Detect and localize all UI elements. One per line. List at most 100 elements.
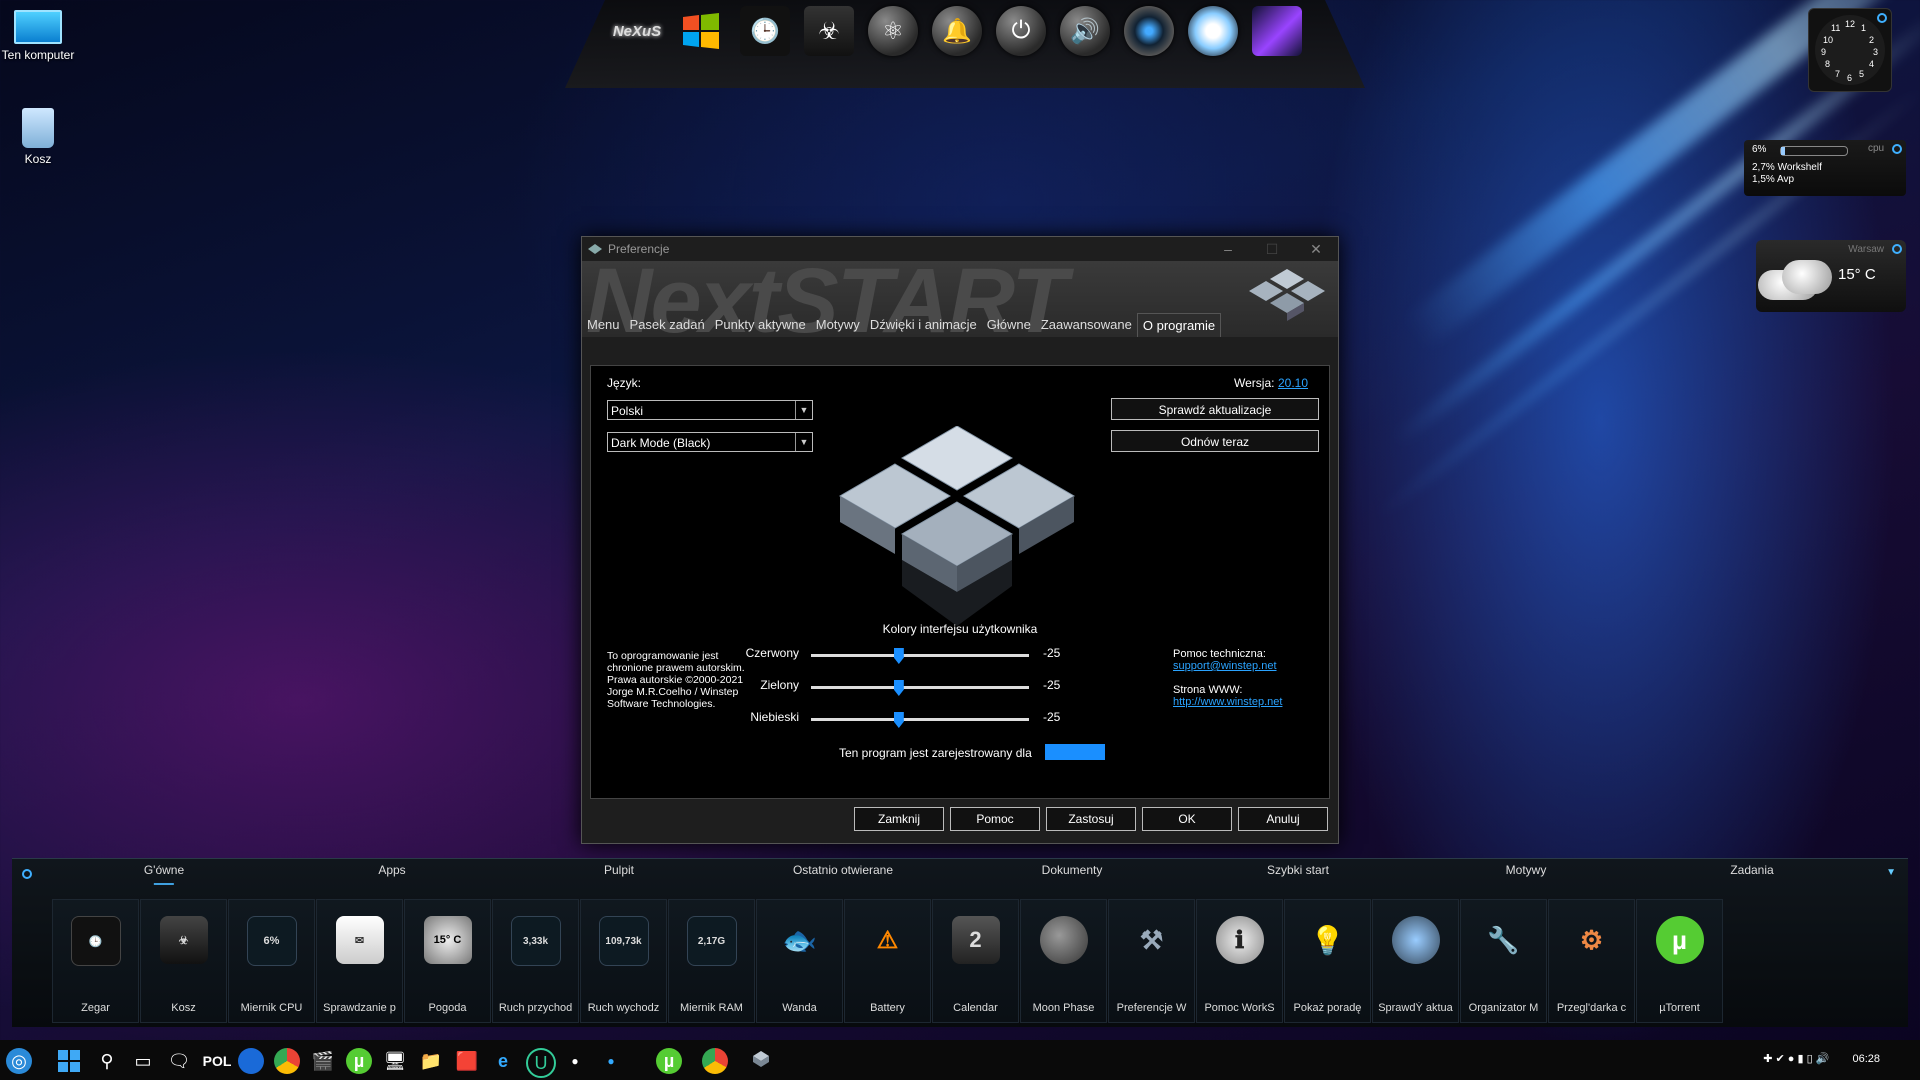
slider-track[interactable] bbox=[811, 648, 1029, 664]
windows-icon[interactable] bbox=[676, 6, 726, 56]
slider-thumb[interactable] bbox=[893, 712, 904, 728]
gadget-settings-icon[interactable] bbox=[1892, 244, 1902, 254]
tile-tip[interactable]: 💡 Pokaż poradę bbox=[1284, 899, 1371, 1023]
bell-icon[interactable]: 🔔 bbox=[932, 6, 982, 56]
tile-mail-check[interactable]: ✉ Sprawdzanie p bbox=[316, 899, 403, 1023]
check-updates-button[interactable]: Sprawdź aktualizacje bbox=[1111, 398, 1319, 420]
tile-utorrent[interactable]: µ µTorrent bbox=[1636, 899, 1723, 1023]
tile-cpu-meter[interactable]: 6% Miernik CPU bbox=[228, 899, 315, 1023]
gadget-settings-icon[interactable] bbox=[1877, 13, 1887, 23]
tile-preferences[interactable]: ⚒ Preferencje W bbox=[1108, 899, 1195, 1023]
utorrent-icon[interactable]: µ bbox=[346, 1048, 372, 1074]
tile-help[interactable]: ℹ Pomoc WorkS bbox=[1196, 899, 1283, 1023]
cancel-button[interactable]: Anuluj bbox=[1238, 807, 1328, 831]
renew-now-button[interactable]: Odnów teraz bbox=[1111, 430, 1319, 452]
nexus-icon[interactable]: NeXuS bbox=[612, 6, 662, 56]
tile-net-in[interactable]: 3,33k Ruch przychod bbox=[492, 899, 579, 1023]
close-dialog-button[interactable]: Zamknij bbox=[854, 807, 944, 831]
shelf-tab-recent[interactable]: Ostatnio otwierane bbox=[793, 863, 893, 877]
clapperboard-icon[interactable]: 🎬 bbox=[310, 1048, 336, 1074]
task-view-icon[interactable]: ▭ bbox=[130, 1048, 156, 1074]
clock-gadget[interactable]: 12 1 2 3 4 5 6 7 8 9 10 11 bbox=[1808, 8, 1892, 92]
tile-wanda[interactable]: 🐟 Wanda bbox=[756, 899, 843, 1023]
help-button[interactable]: Pomoc bbox=[950, 807, 1040, 831]
tile-check-updates[interactable]: SprawdÝ aktua bbox=[1372, 899, 1459, 1023]
tray-icons[interactable]: ✚ ✔ ● ▮ ▯ 🔊 bbox=[1763, 1053, 1829, 1065]
start-menu-icon[interactable]: ◎ bbox=[6, 1048, 32, 1074]
comet-icon[interactable] bbox=[1252, 6, 1302, 56]
tile-ram-meter[interactable]: 2,17G Miernik RAM bbox=[668, 899, 755, 1023]
tab-about[interactable]: O programie bbox=[1136, 313, 1222, 337]
tile-battery[interactable]: ⚠ Battery bbox=[844, 899, 931, 1023]
shelf-tab-quick-launch[interactable]: Szybki start bbox=[1267, 863, 1329, 877]
ok-button[interactable]: OK bbox=[1142, 807, 1232, 831]
cpu-gadget[interactable]: 6% cpu 2,7% Workshelf 1,5% Avp bbox=[1744, 140, 1906, 196]
www-link[interactable]: http://www.winstep.net bbox=[1173, 696, 1282, 708]
shelf-tab-apps[interactable]: Apps bbox=[378, 863, 405, 877]
shelf-tab-tasks[interactable]: Zadania bbox=[1730, 863, 1773, 877]
camera-icon[interactable] bbox=[1124, 6, 1174, 56]
tile-font-viewer[interactable]: ⚙ Przegl'darka c bbox=[1548, 899, 1635, 1023]
language-indicator[interactable]: POL bbox=[200, 1048, 234, 1074]
slider-red[interactable]: Czerwony -25 bbox=[746, 646, 1061, 666]
atom-icon[interactable]: ⚛ bbox=[868, 6, 918, 56]
tab-themes[interactable]: Motywy bbox=[811, 313, 865, 337]
weather-gadget[interactable]: Warsaw 15° C bbox=[1756, 240, 1906, 312]
edge-icon[interactable]: e bbox=[490, 1048, 516, 1074]
language-select[interactable]: Polski ▼ bbox=[607, 400, 813, 420]
collapse-icon[interactable]: ▼ bbox=[1886, 867, 1896, 878]
tile-calendar[interactable]: 2 Calendar bbox=[932, 899, 1019, 1023]
clock-icon[interactable]: 🕒 bbox=[740, 6, 790, 56]
tile-organizer[interactable]: 🔧 Organizator M bbox=[1460, 899, 1547, 1023]
chrome-running-icon[interactable] bbox=[702, 1048, 728, 1074]
desktop-icon-recycle-bin[interactable]: Kosz bbox=[0, 108, 76, 166]
shelf-tab-main[interactable]: G'ówne bbox=[144, 863, 184, 885]
folder-icon[interactable]: 📁 bbox=[418, 1048, 444, 1074]
desktop-icon-this-pc[interactable]: Ten komputer bbox=[0, 10, 76, 62]
clock-time[interactable]: 06:28 bbox=[1852, 1053, 1880, 1065]
tab-menu[interactable]: Menu bbox=[582, 313, 625, 337]
browser-icon[interactable] bbox=[238, 1048, 264, 1074]
chat-icon[interactable]: 🗨 bbox=[166, 1048, 192, 1074]
shelf-tab-themes[interactable]: Motywy bbox=[1506, 863, 1547, 877]
slider-track[interactable] bbox=[811, 712, 1029, 728]
tab-taskbar[interactable]: Pasek zadań bbox=[625, 313, 710, 337]
compass-icon[interactable] bbox=[1188, 6, 1238, 56]
title-bar[interactable]: Preferencje – ☐ ✕ bbox=[582, 237, 1338, 261]
slider-green[interactable]: Zielony -25 bbox=[760, 678, 1061, 698]
slider-track[interactable] bbox=[811, 680, 1029, 696]
support-link[interactable]: support@winstep.net bbox=[1173, 660, 1277, 672]
maximize-button[interactable]: ☐ bbox=[1250, 237, 1294, 261]
tile-net-out[interactable]: 109,73k Ruch wychodz bbox=[580, 899, 667, 1023]
theme-select[interactable]: Dark Mode (Black) ▼ bbox=[607, 432, 813, 452]
chrome-icon[interactable] bbox=[274, 1048, 300, 1074]
small-app-icon[interactable]: ● bbox=[598, 1048, 624, 1074]
windows-start-icon[interactable] bbox=[56, 1048, 82, 1074]
shelf-tab-desktop[interactable]: Pulpit bbox=[604, 863, 634, 877]
shelf-tab-documents[interactable]: Dokumenty bbox=[1042, 863, 1103, 877]
power-icon[interactable]: ⏻ bbox=[996, 6, 1046, 56]
slider-thumb[interactable] bbox=[893, 648, 904, 664]
minimize-button[interactable]: – bbox=[1206, 237, 1250, 261]
apply-button[interactable]: Zastosuj bbox=[1046, 807, 1136, 831]
tile-weather[interactable]: 15° C Pogoda bbox=[404, 899, 491, 1023]
tab-sounds[interactable]: Dźwięki i animacje bbox=[865, 313, 982, 337]
tab-advanced[interactable]: Zaawansowane bbox=[1036, 313, 1137, 337]
cube-icon[interactable]: 🟥 bbox=[454, 1048, 480, 1074]
small-app-icon[interactable]: ● bbox=[562, 1048, 588, 1074]
tile-recycle[interactable]: ☣ Kosz bbox=[140, 899, 227, 1023]
nextstart-running-icon[interactable] bbox=[748, 1048, 774, 1074]
tab-general[interactable]: Główne bbox=[982, 313, 1036, 337]
recycle-icon[interactable]: ☣ bbox=[804, 6, 854, 56]
version-link[interactable]: 20.10 bbox=[1278, 376, 1308, 390]
tile-clock[interactable]: 🕒 Zegar bbox=[52, 899, 139, 1023]
control-panel-icon[interactable]: 🖥 bbox=[382, 1048, 408, 1074]
tile-moon-phase[interactable]: Moon Phase bbox=[1020, 899, 1107, 1023]
u-app-icon[interactable]: U bbox=[526, 1048, 556, 1078]
search-icon[interactable]: ⚲ bbox=[94, 1048, 120, 1074]
slider-thumb[interactable] bbox=[893, 680, 904, 696]
speaker-icon[interactable]: 🔊 bbox=[1060, 6, 1110, 56]
gadget-settings-icon[interactable] bbox=[1892, 144, 1902, 154]
close-button[interactable]: ✕ bbox=[1294, 237, 1338, 261]
slider-blue[interactable]: Niebieski -25 bbox=[750, 710, 1061, 730]
